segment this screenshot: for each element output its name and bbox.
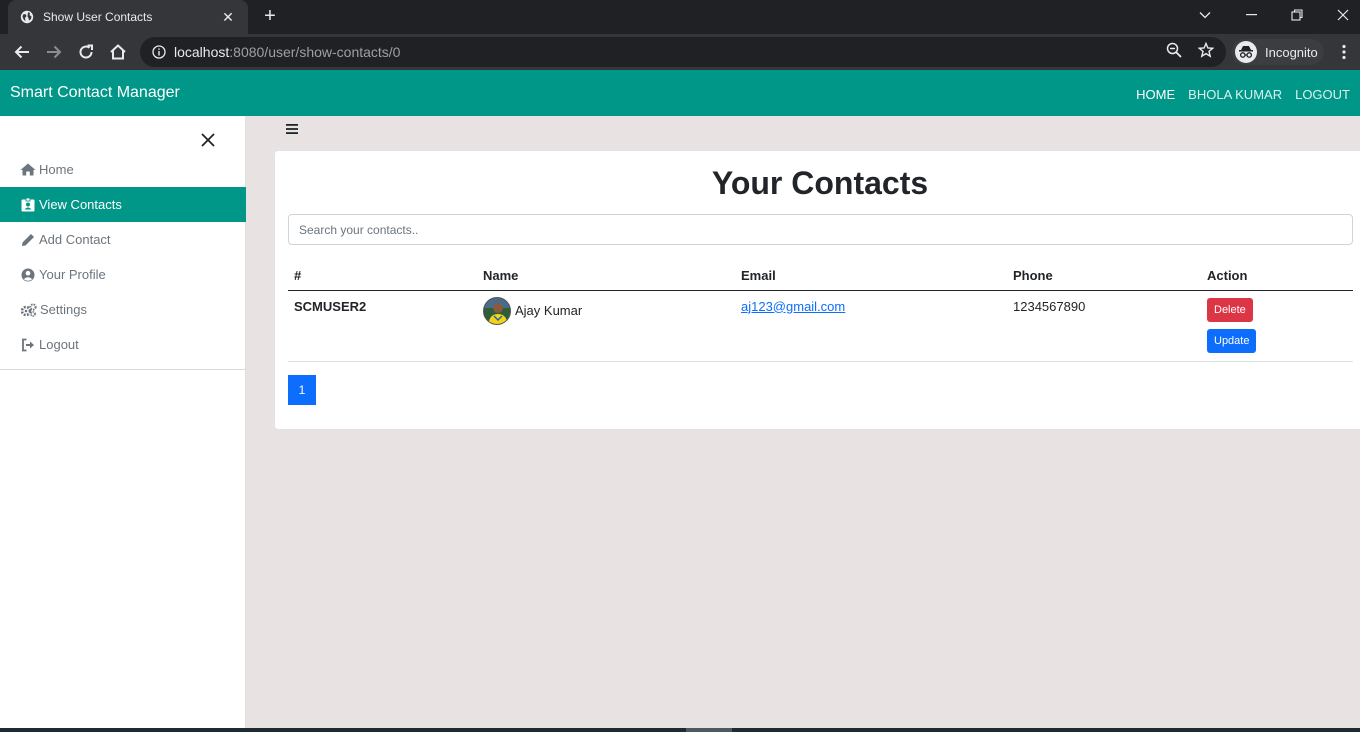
contact-id: SCMUSER2 [294, 298, 367, 314]
avatar [483, 296, 511, 325]
cell-phone: 1234567890 [1007, 290, 1201, 362]
sidebar-item-label: Home [39, 162, 74, 177]
incognito-icon [1235, 41, 1257, 63]
taskbar-active-indicator [686, 728, 732, 732]
sidebar-item-label: Settings [40, 302, 87, 317]
tab-close-icon[interactable]: ✕ [220, 9, 236, 26]
header-action: Action [1201, 261, 1353, 291]
cell-email: aj123@gmail.com [735, 290, 1007, 362]
forward-arrow-icon[interactable] [40, 38, 68, 66]
sidebar-item-view-contacts[interactable]: View Contacts [0, 187, 246, 222]
sidebar-close-icon[interactable] [200, 132, 216, 148]
nav-user-link[interactable]: BHOLA KUMAR [1188, 87, 1282, 102]
sidebar-item-label: Add Contact [39, 232, 111, 247]
header-phone: Phone [1007, 261, 1201, 291]
top-navbar: Smart Contact Manager HOME BHOLA KUMAR L… [0, 70, 1360, 116]
update-button[interactable]: Update [1207, 328, 1257, 353]
reload-icon[interactable] [72, 38, 100, 66]
back-arrow-icon[interactable] [8, 38, 36, 66]
user-circle-icon [20, 268, 36, 282]
contacts-card: Your Contacts # Name Email Phone Action … [274, 150, 1360, 430]
window-close-button[interactable] [1320, 0, 1360, 30]
hamburger-menu-icon[interactable] [286, 121, 298, 134]
sidebar-item-label: Logout [39, 337, 79, 352]
site-info-icon[interactable] [152, 45, 166, 59]
app-viewport: Smart Contact Manager HOME BHOLA KUMAR L… [0, 70, 1360, 728]
sidebar-item-your-profile[interactable]: Your Profile [0, 257, 246, 292]
cogs-icon [20, 302, 37, 317]
table-row: SCMUSER2 Ajay Kumar aj123@gmail.com 1234… [288, 290, 1353, 362]
cell-name: Ajay Kumar [477, 290, 735, 362]
nav-home-link[interactable]: HOME [1136, 87, 1175, 102]
header-name: Name [477, 261, 735, 291]
sidebar-menu: Home View Contacts Add Contact Your Prof… [0, 152, 246, 370]
sidebar-item-label: View Contacts [39, 197, 122, 212]
brand-title[interactable]: Smart Contact Manager [10, 84, 180, 102]
home-icon [20, 163, 36, 177]
minimize-button[interactable] [1228, 0, 1274, 30]
contact-email-link[interactable]: aj123@gmail.com [741, 299, 845, 314]
browser-tab-strip: Show User Contacts ✕ + [0, 0, 1360, 34]
pagination-page-1[interactable]: 1 [288, 375, 316, 405]
home-button-icon[interactable] [104, 38, 132, 66]
contact-name: Ajay Kumar [515, 303, 583, 318]
delete-button[interactable]: Delete [1207, 297, 1253, 322]
sidebar-item-settings[interactable]: Settings [0, 292, 246, 327]
browser-menu-icon[interactable] [1336, 42, 1352, 62]
restore-button[interactable] [1274, 0, 1320, 30]
sidebar-item-logout[interactable]: Logout [0, 327, 246, 362]
url-path: :8080/user/show-contacts/0 [229, 44, 401, 60]
header-email: Email [735, 261, 1007, 291]
new-tab-button[interactable]: + [258, 5, 282, 29]
pencil-icon [20, 233, 36, 247]
search-input[interactable] [288, 214, 1353, 245]
address-bar[interactable]: localhost:8080/user/show-contacts/0 [140, 37, 1226, 67]
url-host: localhost [174, 44, 230, 60]
incognito-label: Incognito [1265, 44, 1318, 60]
browser-tab[interactable]: Show User Contacts ✕ [8, 0, 248, 34]
browser-toolbar: localhost:8080/user/show-contacts/0 Inco… [0, 34, 1360, 70]
incognito-profile-button[interactable]: Incognito [1232, 39, 1324, 65]
id-card-icon [20, 197, 36, 212]
bookmark-star-icon[interactable] [1196, 40, 1216, 60]
sidebar-item-home[interactable]: Home [0, 152, 246, 187]
cell-id: SCMUSER2 [288, 290, 477, 362]
contact-phone: 1234567890 [1013, 298, 1086, 314]
sidebar-item-add-contact[interactable]: Add Contact [0, 222, 246, 257]
tab-title: Show User Contacts [43, 10, 153, 24]
nav-logout-link[interactable]: LOGOUT [1295, 87, 1350, 102]
header-id: # [288, 261, 477, 291]
zoom-icon[interactable] [1164, 40, 1184, 60]
os-taskbar [0, 728, 1360, 732]
table-header-row: # Name Email Phone Action [288, 261, 1353, 291]
globe-icon [20, 10, 34, 24]
sign-out-icon [20, 338, 36, 352]
tab-search-icon[interactable] [1182, 0, 1228, 30]
cell-action: Delete Update [1201, 290, 1353, 362]
sidebar-item-label: Your Profile [39, 267, 106, 282]
navbar-links: HOME BHOLA KUMAR LOGOUT [1136, 87, 1350, 102]
contacts-table: # Name Email Phone Action SCMUSER2 Ajay … [288, 261, 1353, 362]
sidebar: Home View Contacts Add Contact Your Prof… [0, 116, 246, 728]
page-title: Your Contacts [711, 165, 929, 201]
